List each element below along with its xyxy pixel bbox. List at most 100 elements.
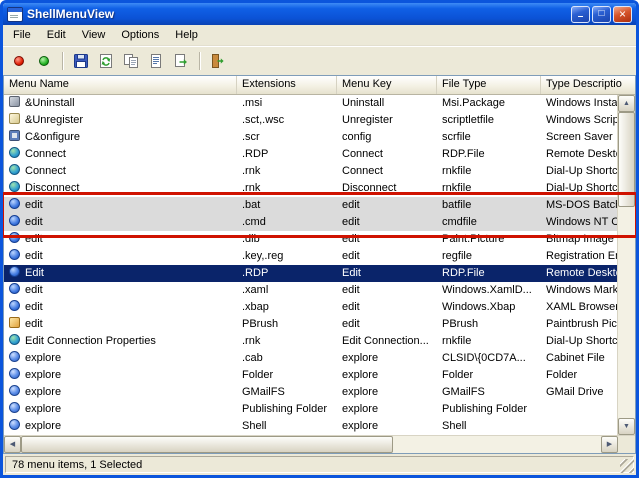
column-header-extensions[interactable]: Extensions — [237, 76, 337, 94]
table-cell: Shell — [237, 418, 337, 435]
table-row[interactable]: editPBrusheditPBrushPaintbrush Pict — [4, 316, 617, 333]
table-cell — [541, 418, 617, 435]
table-cell: GMailFS — [437, 384, 541, 401]
table-cell: cmdfile — [437, 214, 541, 231]
table-cell: Edit — [337, 265, 437, 282]
table-row[interactable]: Connect.rnkConnectrnkfileDial-Up Shortcu — [4, 163, 617, 180]
menu-name-text: explore — [25, 420, 61, 432]
edit-icon — [9, 215, 20, 226]
table-row[interactable]: explore.cabexploreCLSID\{0CD7A...Cabinet… — [4, 350, 617, 367]
table-row[interactable]: exploreShellexploreShell — [4, 418, 617, 435]
resize-grip[interactable] — [620, 459, 634, 473]
table-cell: MS-DOS Batch — [541, 197, 617, 214]
menu-view[interactable]: View — [74, 26, 114, 44]
column-header-menu-name[interactable]: Menu Name — [4, 76, 237, 94]
edit-icon — [9, 198, 20, 209]
refresh-button[interactable] — [94, 49, 118, 73]
toolbar-separator — [199, 52, 200, 70]
table-row[interactable]: Edit.RDPEditRDP.FileRemote Deskto — [4, 265, 617, 282]
menu-name-text: Disconnect — [25, 182, 79, 194]
table-cell: explore — [4, 401, 237, 418]
vertical-scroll-thumb[interactable] — [618, 112, 635, 207]
horizontal-scrollbar[interactable]: ◀ ▶ — [4, 435, 635, 453]
green-dot-icon — [39, 56, 49, 66]
edit-icon — [9, 283, 20, 294]
save-button[interactable] — [69, 49, 93, 73]
list-view: Menu NameExtensionsMenu KeyFile TypeType… — [3, 75, 636, 454]
table-cell: edit — [4, 231, 237, 248]
column-header-type-descriptio[interactable]: Type Descriptio — [541, 76, 635, 94]
maximize-button[interactable]: □ — [592, 6, 611, 23]
table-row[interactable]: C&onfigure.scrconfigscrfileScreen Saver — [4, 129, 617, 146]
exit-button[interactable] — [206, 49, 230, 73]
disable-selected-button[interactable] — [7, 49, 31, 73]
script-icon — [9, 113, 20, 124]
table-cell: explore — [337, 418, 437, 435]
toolbar-separator — [62, 52, 63, 70]
table-cell: explore — [337, 367, 437, 384]
table-row[interactable]: explorePublishing FolderexplorePublishin… — [4, 401, 617, 418]
table-cell: edit — [337, 214, 437, 231]
column-header-file-type[interactable]: File Type — [437, 76, 541, 94]
table-cell: Unregister — [337, 112, 437, 129]
minimize-button[interactable]: – — [571, 6, 590, 23]
table-row[interactable]: Connect.RDPConnectRDP.FileRemote Deskto — [4, 146, 617, 163]
list-main: &Uninstall.msiUninstallMsi.PackageWindow… — [4, 95, 635, 435]
table-cell: .xbap — [237, 299, 337, 316]
table-cell — [541, 401, 617, 418]
close-button[interactable]: × — [613, 6, 632, 23]
table-cell: Disconnect — [337, 180, 437, 197]
menu-options[interactable]: Options — [113, 26, 167, 44]
table-row[interactable]: edit.dibeditPaint.PictureBitmap Image — [4, 231, 617, 248]
scroll-down-button[interactable]: ▼ — [618, 418, 635, 435]
menu-file[interactable]: File — [5, 26, 39, 44]
table-row[interactable]: Disconnect.rnkDisconnectrnkfileDial-Up S… — [4, 180, 617, 197]
table-cell: .RDP — [237, 265, 337, 282]
table-cell: Windows NT Co — [541, 214, 617, 231]
table-cell: Paintbrush Pict — [541, 316, 617, 333]
table-row[interactable]: Edit Connection Properties.rnkEdit Conne… — [4, 333, 617, 350]
table-row[interactable]: exploreFolderexploreFolderFolder — [4, 367, 617, 384]
properties-icon — [148, 53, 164, 69]
horizontal-scroll-track[interactable] — [21, 436, 601, 453]
table-cell: GMailFS — [237, 384, 337, 401]
table-cell: Publishing Folder — [237, 401, 337, 418]
title-bar[interactable]: ShellMenuView – □ × — [3, 3, 636, 25]
menu-name-text: explore — [25, 352, 61, 364]
table-row[interactable]: edit.cmdeditcmdfileWindows NT Co — [4, 214, 617, 231]
enable-selected-button[interactable] — [32, 49, 56, 73]
table-cell: PBrush — [437, 316, 541, 333]
scroll-left-button[interactable]: ◀ — [4, 436, 21, 453]
table-cell: Bitmap Image — [541, 231, 617, 248]
table-cell: Remote Deskto — [541, 146, 617, 163]
table-cell: RDP.File — [437, 265, 541, 282]
edit-icon — [9, 300, 20, 311]
menu-name-text: Edit Connection Properties — [25, 335, 156, 347]
menu-edit[interactable]: Edit — [39, 26, 74, 44]
table-cell: Connect — [4, 146, 237, 163]
table-cell: edit — [337, 197, 437, 214]
horizontal-scroll-thumb[interactable] — [21, 436, 393, 453]
vertical-scrollbar[interactable]: ▲ ▼ — [617, 95, 635, 435]
table-cell: explore — [4, 367, 237, 384]
column-header-menu-key[interactable]: Menu Key — [337, 76, 437, 94]
table-row[interactable]: exploreGMailFSexploreGMailFSGMail Drive — [4, 384, 617, 401]
toolbar — [3, 46, 636, 75]
menu-help[interactable]: Help — [167, 26, 206, 44]
table-row[interactable]: edit.xbapeditWindows.XbapXAML Browser — [4, 299, 617, 316]
table-cell: Cabinet File — [541, 350, 617, 367]
table-cell: Dial-Up Shortcu — [541, 180, 617, 197]
vertical-scroll-track[interactable] — [618, 112, 635, 418]
table-row[interactable]: &Uninstall.msiUninstallMsi.PackageWindow… — [4, 95, 617, 112]
status-bar: 78 menu items, 1 Selected — [3, 454, 636, 475]
table-row[interactable]: edit.xamleditWindows.XamlD...Windows Mar… — [4, 282, 617, 299]
table-row[interactable]: edit.bateditbatfileMS-DOS Batch — [4, 197, 617, 214]
export-button[interactable] — [169, 49, 193, 73]
table-row[interactable]: &Unregister.sct,.wscUnregisterscriptletf… — [4, 112, 617, 129]
scroll-right-button[interactable]: ▶ — [601, 436, 618, 453]
table-row[interactable]: edit.key,.regeditregfileRegistration En — [4, 248, 617, 265]
scroll-up-button[interactable]: ▲ — [618, 95, 635, 112]
table-cell: Msi.Package — [437, 95, 541, 112]
properties-button[interactable] — [144, 49, 168, 73]
copy-button[interactable] — [119, 49, 143, 73]
